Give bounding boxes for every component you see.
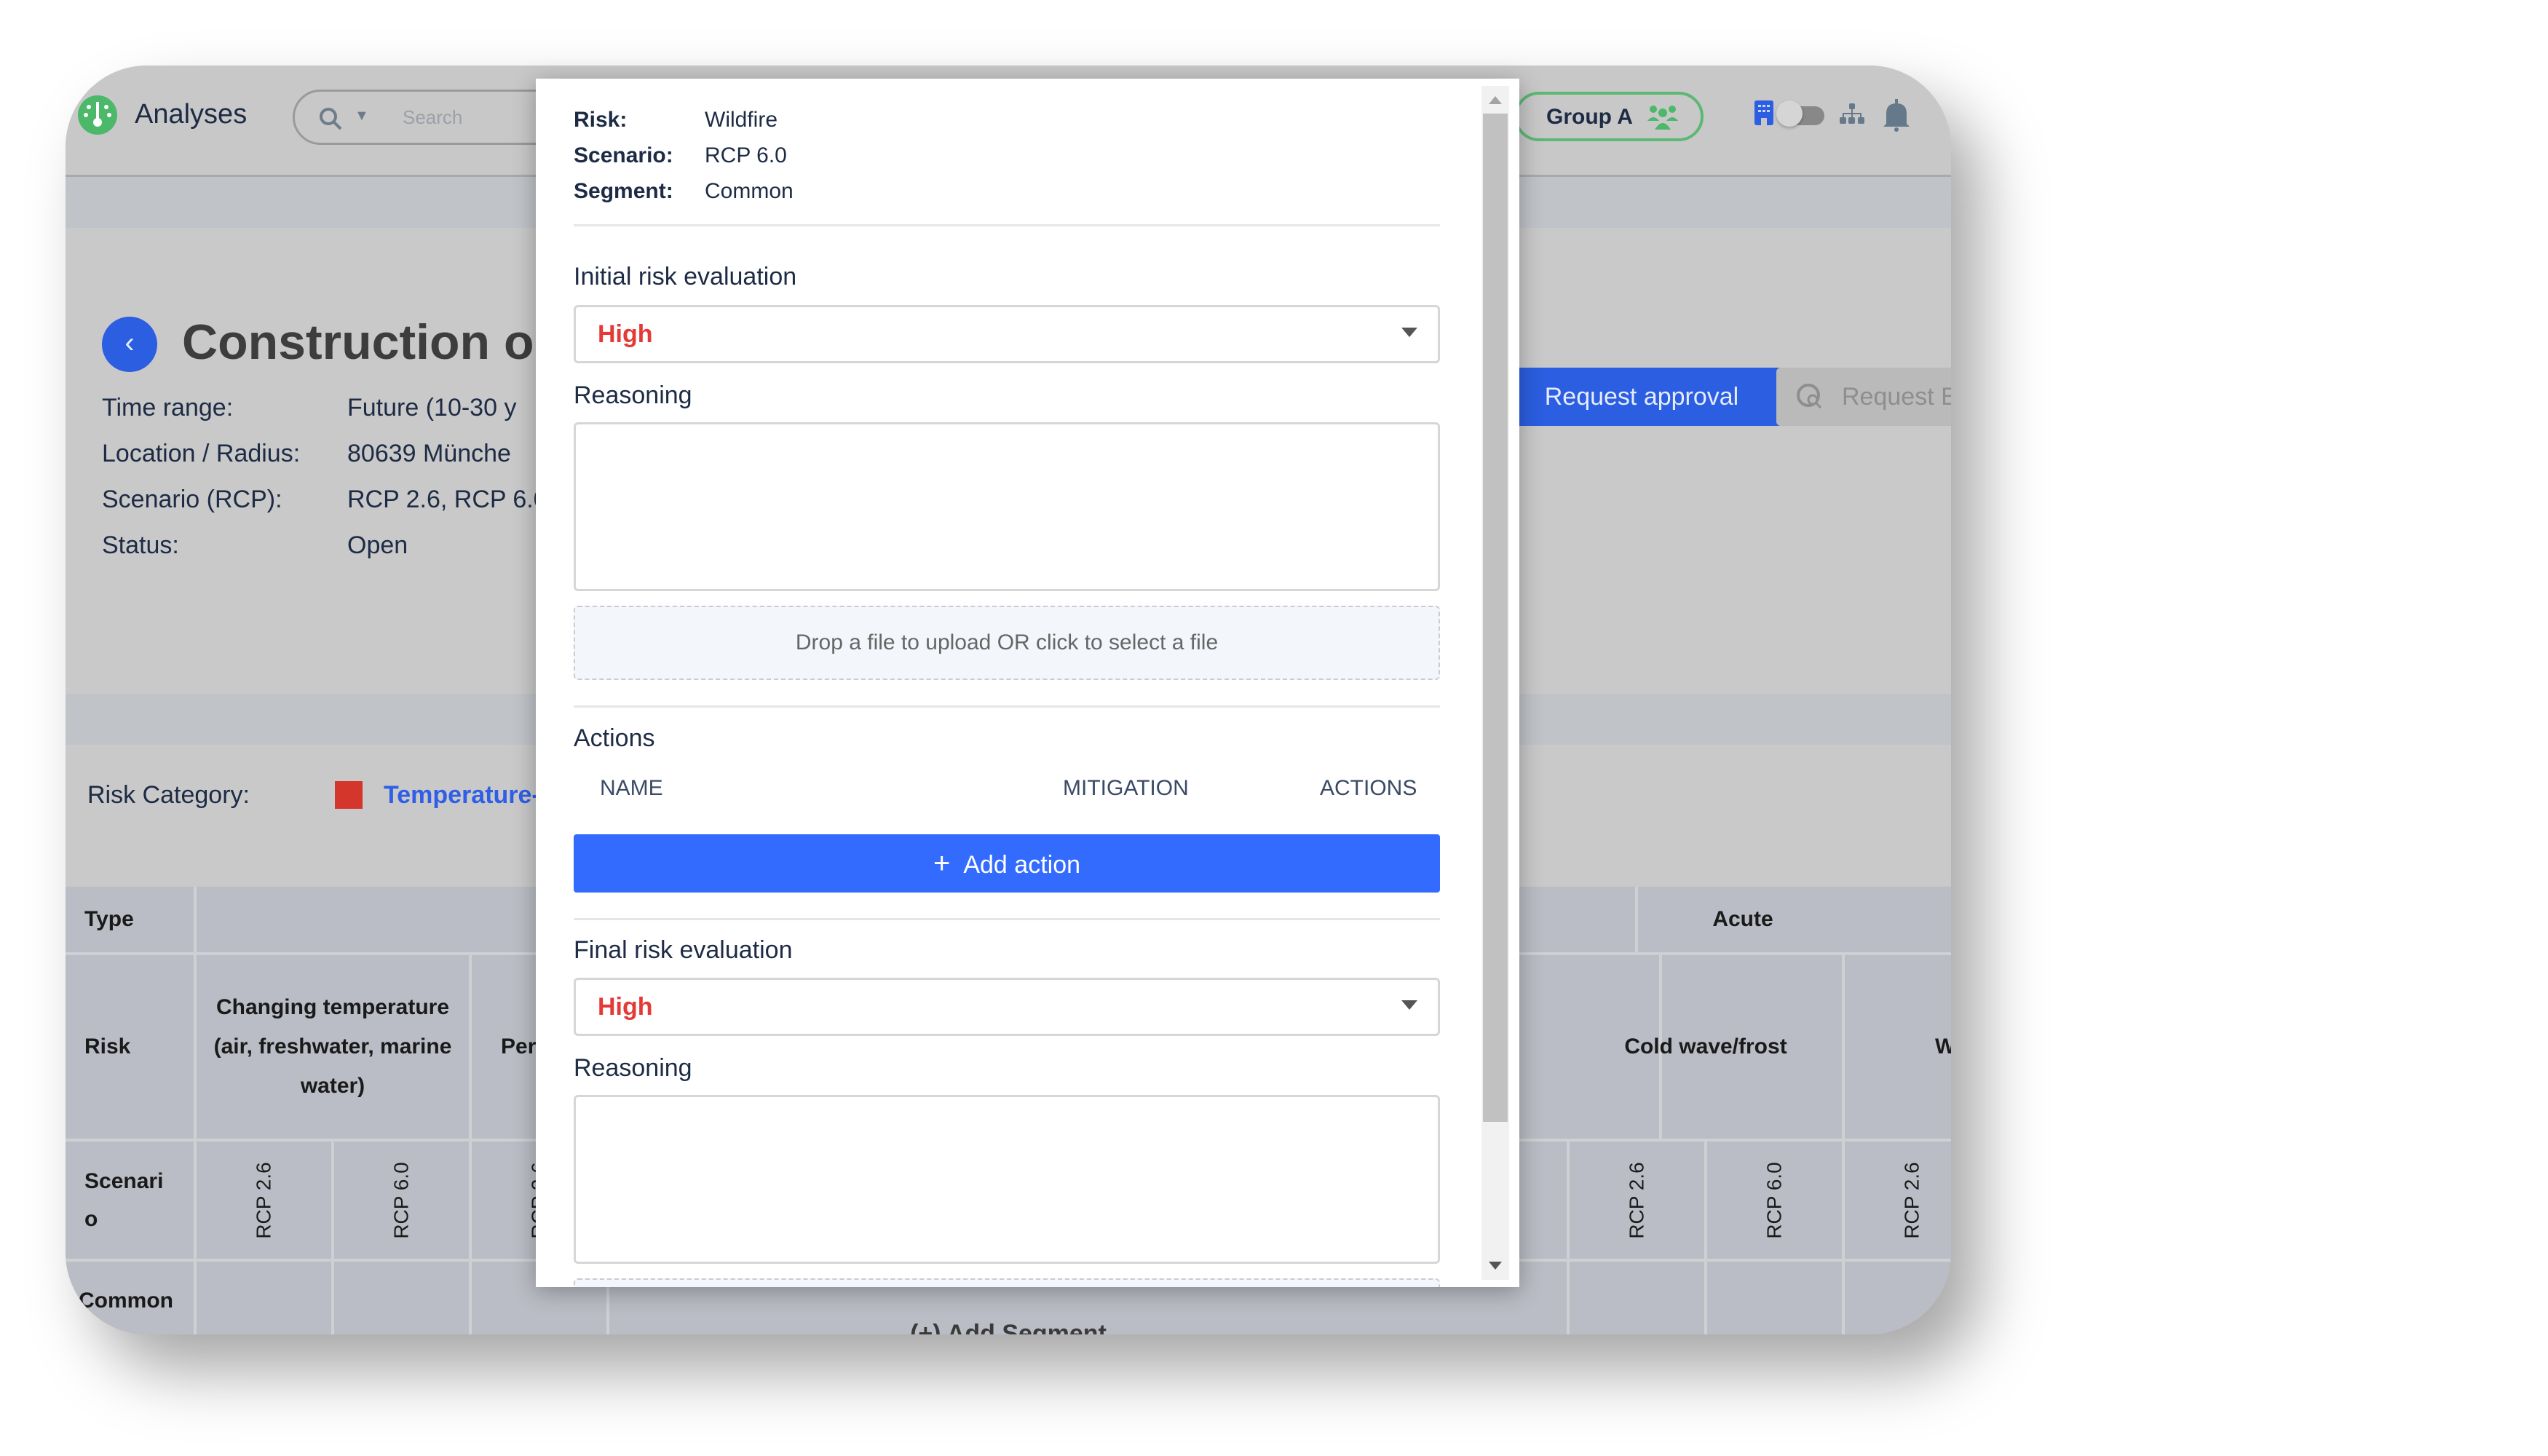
col-mitigation: MITIGATION (1063, 776, 1189, 800)
divider (574, 224, 1440, 226)
final-reasoning-label: Reasoning (574, 1054, 692, 1082)
info-value: Common (705, 179, 794, 203)
file-dropzone-final[interactable] (574, 1278, 1440, 1287)
info-value: RCP 6.0 (705, 143, 787, 167)
info-key: Risk: (574, 108, 628, 132)
chevron-down-icon (1401, 1000, 1417, 1010)
initial-reasoning-textarea[interactable] (574, 422, 1440, 591)
plus-icon: + (933, 847, 951, 879)
info-key: Scenario: (574, 143, 673, 167)
initial-eval-label: Initial risk evaluation (574, 263, 797, 290)
modal-scrollbar[interactable] (1481, 86, 1509, 1280)
add-action-button[interactable]: + Add action (574, 834, 1440, 893)
final-eval-select[interactable]: High (574, 978, 1440, 1036)
scroll-up-arrow-icon[interactable] (1489, 96, 1502, 104)
initial-eval-select[interactable]: High (574, 305, 1440, 363)
add-action-label: Add action (963, 851, 1081, 879)
scroll-down-arrow-icon[interactable] (1489, 1262, 1502, 1270)
actions-label: Actions (574, 724, 655, 752)
risk-evaluation-modal: Risk: Wildfire Scenario: RCP 6.0 Segment… (536, 79, 1519, 1287)
col-actions: ACTIONS (1320, 776, 1417, 800)
info-key: Segment: (574, 179, 673, 203)
final-eval-value: High (598, 993, 653, 1021)
reasoning-label: Reasoning (574, 381, 692, 409)
col-name: NAME (600, 776, 663, 800)
divider (574, 918, 1440, 920)
scrollbar-thumb[interactable] (1483, 114, 1508, 1122)
divider (574, 705, 1440, 708)
file-dropzone[interactable]: Drop a file to upload OR click to select… (574, 606, 1440, 680)
chevron-down-icon (1401, 328, 1417, 337)
initial-eval-value: High (598, 320, 653, 348)
final-eval-label: Final risk evaluation (574, 936, 793, 964)
final-reasoning-textarea[interactable] (574, 1095, 1440, 1264)
info-value: Wildfire (705, 108, 778, 132)
